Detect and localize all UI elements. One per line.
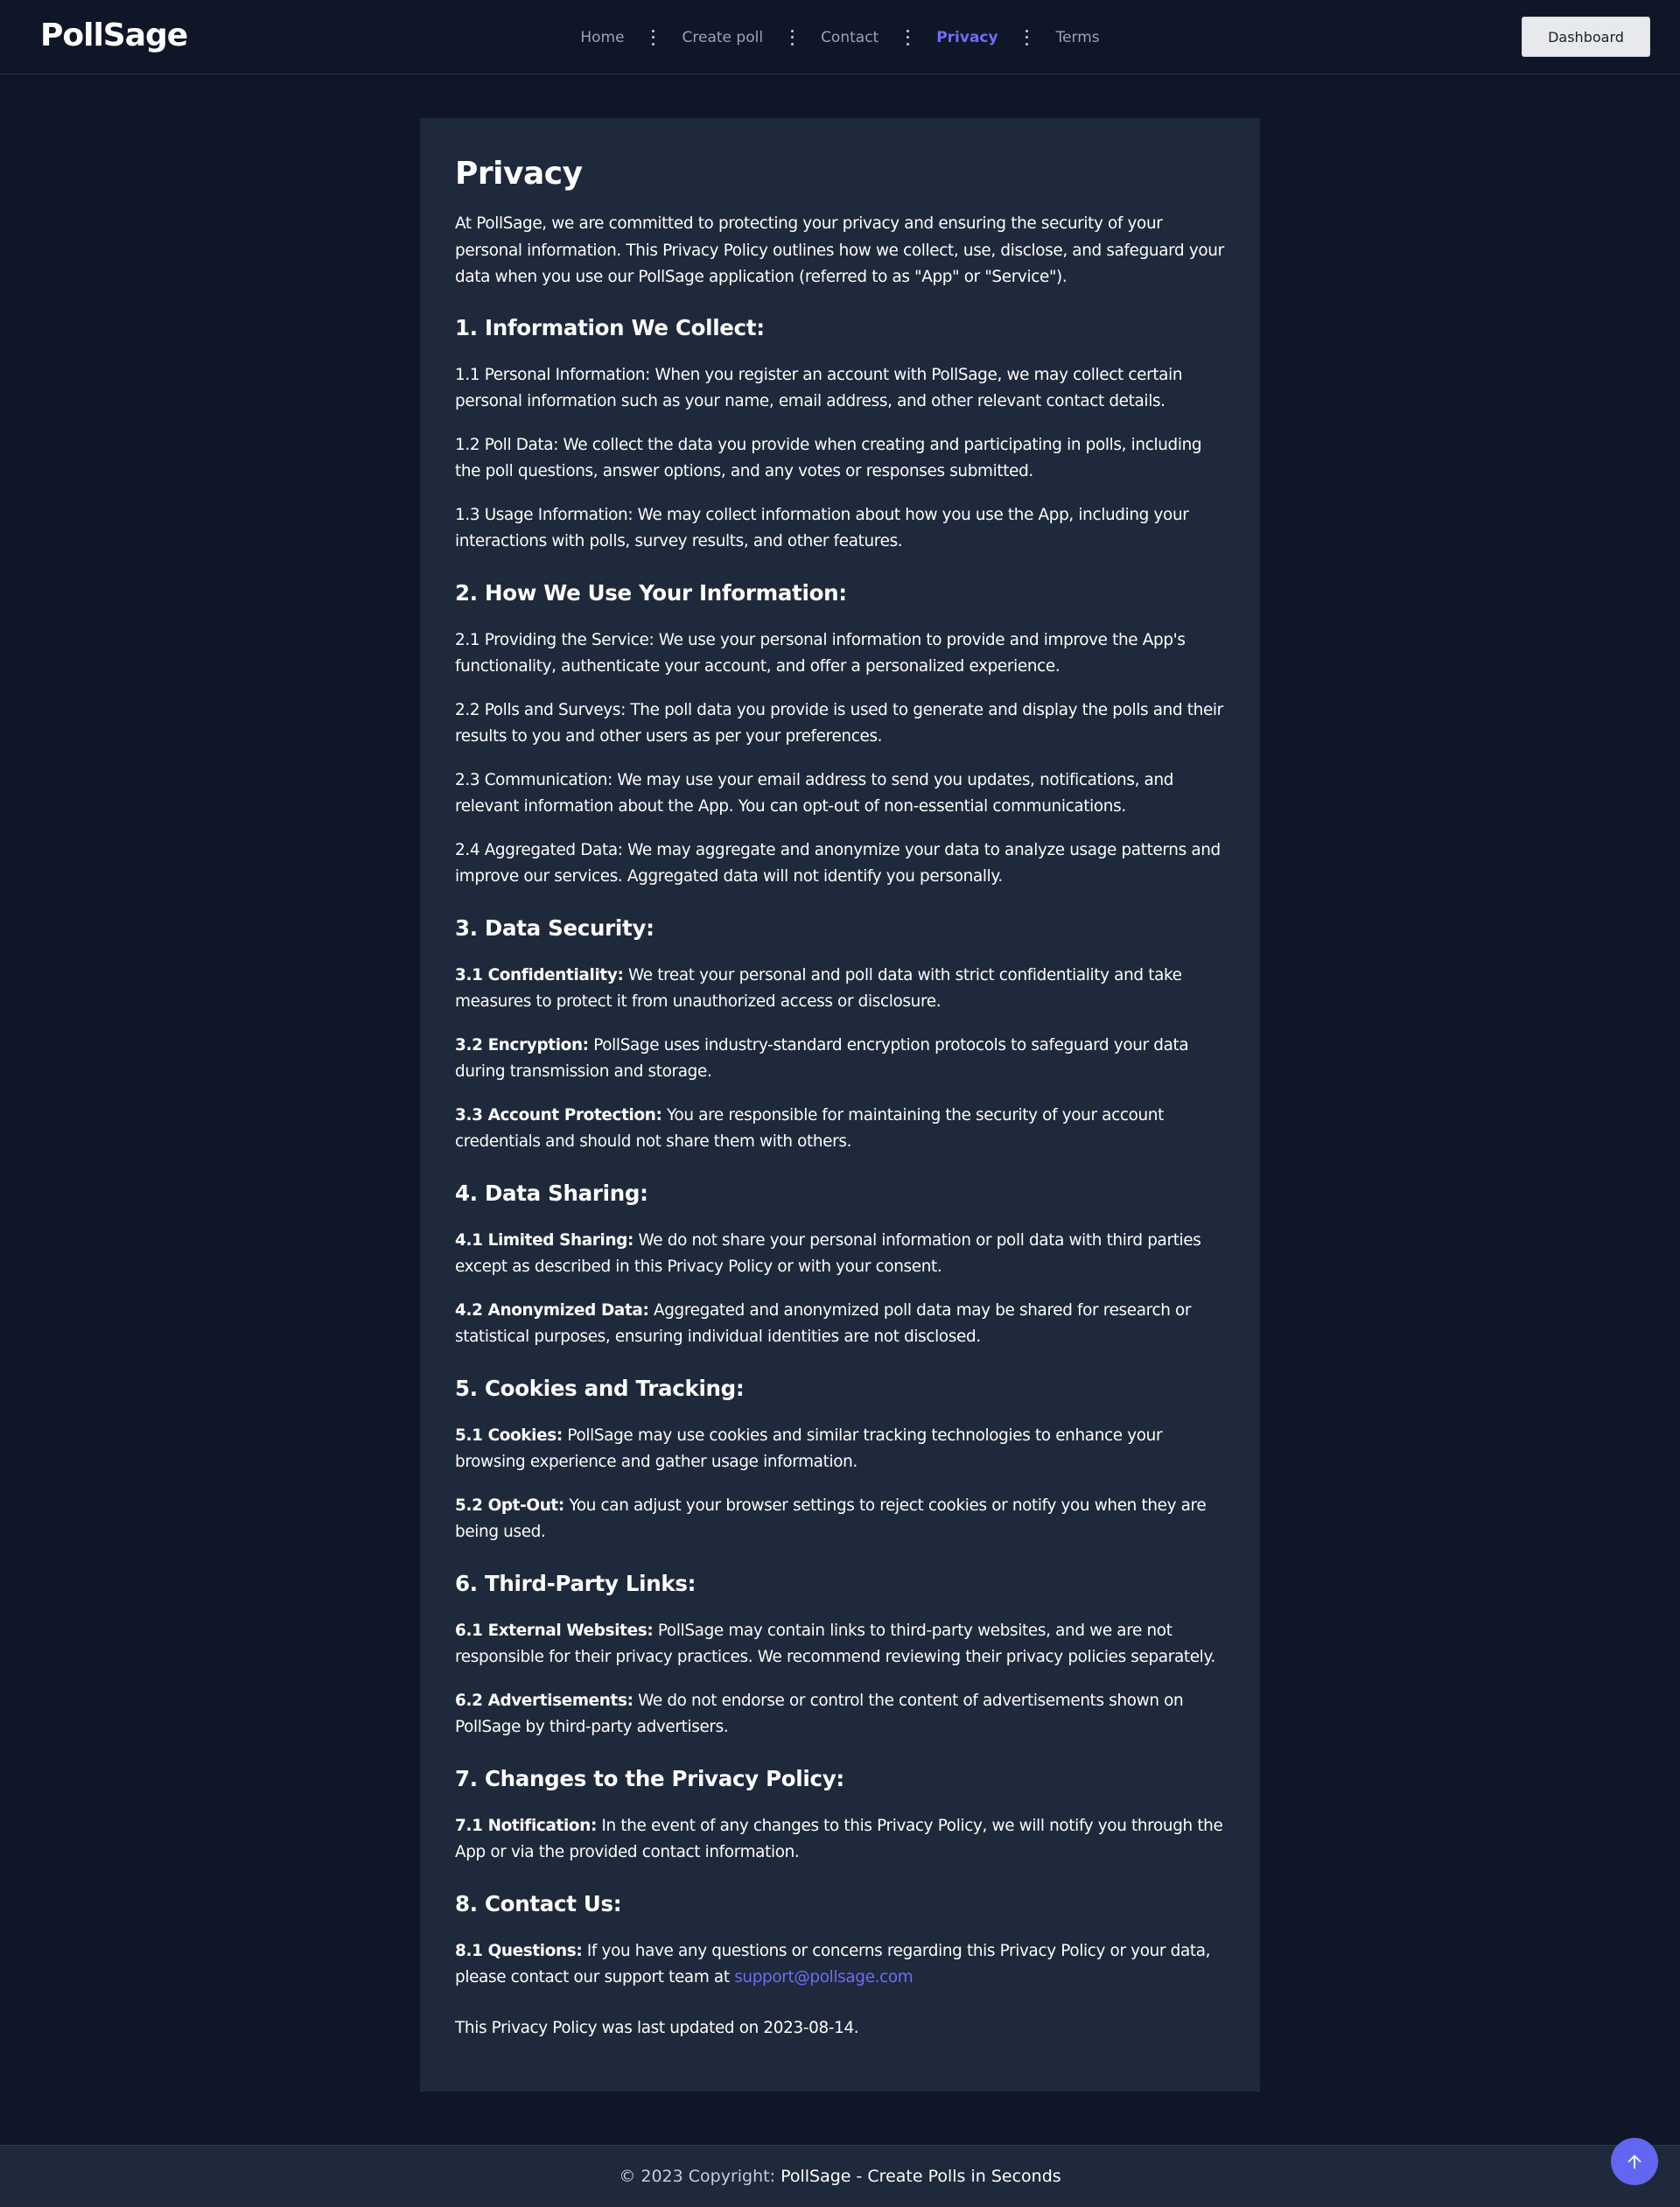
policy-item: 6.2 Advertisements: We do not endorse or… [455, 1688, 1225, 1741]
policy-item-label: 3.2 Encryption: [455, 1035, 589, 1054]
nav-link-terms[interactable]: Terms [1056, 29, 1100, 46]
section-heading: 7. Changes to the Privacy Policy: [455, 1765, 844, 1791]
intro-paragraph: At PollSage, we are committed to protect… [455, 214, 1224, 287]
section-heading: 5. Cookies and Tracking: [455, 1375, 745, 1401]
policy-item: 3.3 Account Protection: You are responsi… [455, 1103, 1225, 1156]
policy-item-text: 1.3 Usage Information: We may collect in… [455, 505, 1189, 551]
policy-sections: 1. Information We Collect: 1.1 Personal I… [455, 314, 1225, 1992]
policy-item-label: 3.1 Confidentiality: [455, 965, 624, 984]
policy-item-label: 4.2 Anonymized Data: [455, 1300, 649, 1320]
section-heading: 6. Third-Party Links: [455, 1570, 696, 1596]
policy-item-label: 3.3 Account Protection: [455, 1105, 662, 1125]
policy-item: 2.4 Aggregated Data: We may aggregate an… [455, 837, 1225, 891]
policy-item: 2.1 Providing the Service: We use your p… [455, 627, 1225, 681]
dashboard-button[interactable]: Dashboard [1522, 17, 1650, 57]
section-heading: 8. Contact Us: [455, 1890, 622, 1916]
footer-brand-link[interactable]: PollSage - Create Polls in Seconds [780, 2167, 1061, 2186]
policy-item-label: 6.1 External Websites: [455, 1621, 654, 1640]
policy-item: 2.3 Communication: We may use your email… [455, 767, 1225, 821]
policy-item-text: 2.4 Aggregated Data: We may aggregate an… [455, 840, 1221, 886]
policy-item: 5.1 Cookies: PollSage may use cookies an… [455, 1423, 1225, 1476]
policy-item: 1.1 Personal Information: When you regis… [455, 362, 1225, 416]
section-heading: 3. Data Security: [455, 914, 654, 941]
policy-item-text: 2.3 Communication: We may use your email… [455, 770, 1174, 816]
copyright-prefix: © 2023 Copyright: [619, 2167, 776, 2186]
nav-separator-icon [652, 29, 655, 46]
policy-item: 1.2 Poll Data: We collect the data you p… [455, 432, 1225, 486]
support-email-link[interactable]: support@pollsage.com [734, 1968, 913, 1986]
policy-item-text: 1.1 Personal Information: When you regis… [455, 365, 1183, 411]
policy-item: 4.1 Limited Sharing: We do not share you… [455, 1228, 1225, 1281]
policy-item: 2.2 Polls and Surveys: The poll data you… [455, 697, 1225, 751]
section-heading: 1. Information We Collect: [455, 314, 765, 340]
policy-item-label: 6.2 Advertisements: [455, 1691, 634, 1710]
nav-separator-icon [790, 29, 794, 46]
policy-item: 4.2 Anonymized Data: Aggregated and anon… [455, 1298, 1225, 1351]
policy-item-text: 2.2 Polls and Surveys: The poll data you… [455, 700, 1223, 746]
policy-item: 6.1 External Websites: PollSage may cont… [455, 1618, 1225, 1671]
policy-item-label: 5.1 Cookies: [455, 1426, 563, 1445]
policy-item-text: 1.2 Poll Data: We collect the data you p… [455, 435, 1202, 481]
page-title: Privacy [455, 156, 583, 192]
nav-link-create-poll[interactable]: Create poll [682, 29, 764, 46]
arrow-up-icon [1628, 2154, 1642, 2169]
policy-item-label: 4.1 Limited Sharing: [455, 1230, 634, 1250]
last-updated-text: This Privacy Policy was last updated on … [455, 2018, 859, 2037]
nav-link-privacy[interactable]: Privacy [936, 29, 998, 46]
policy-item: 1.3 Usage Information: We may collect in… [455, 502, 1225, 556]
policy-item: 8.1 Questions: If you have any questions… [455, 1938, 1225, 1992]
policy-item-label: 5.2 Opt-Out: [455, 1496, 564, 1515]
scroll-to-top-button[interactable] [1611, 2138, 1658, 2185]
nav-links: Home Create poll Contact Privacy Terms [580, 29, 1099, 46]
nav-link-contact[interactable]: Contact [821, 29, 878, 46]
policy-item: 3.2 Encryption: PollSage uses industry-s… [455, 1033, 1225, 1086]
main-nav: Home Create poll Contact Privacy Terms [0, 0, 1680, 74]
nav-link-home[interactable]: Home [580, 29, 624, 46]
policy-item: 3.1 Confidentiality: We treat your perso… [455, 963, 1225, 1016]
policy-item: 7.1 Notification: In the event of any ch… [455, 1813, 1225, 1867]
footer: © 2023 Copyright: PollSage - Create Poll… [0, 2145, 1680, 2207]
top-navbar: PollSage Home Create poll Contact Privacy Te… [0, 0, 1680, 74]
nav-separator-icon [906, 29, 909, 46]
nav-separator-icon [1026, 29, 1029, 46]
policy-item-label: 8.1 Questions: [455, 1941, 583, 1960]
policy-item-text: 2.1 Providing the Service: We use your p… [455, 630, 1186, 676]
policy-item-label: 7.1 Notification: [455, 1816, 597, 1835]
privacy-card: Privacy At PollSage, we are committed to… [420, 118, 1260, 2091]
section-heading: 4. Data Sharing: [455, 1180, 648, 1206]
section-heading: 2. How We Use Your Information: [455, 579, 847, 606]
policy-item-text: You can adjust your browser settings to … [455, 1496, 1207, 1542]
policy-item: 5.2 Opt-Out: You can adjust your browser… [455, 1493, 1225, 1546]
